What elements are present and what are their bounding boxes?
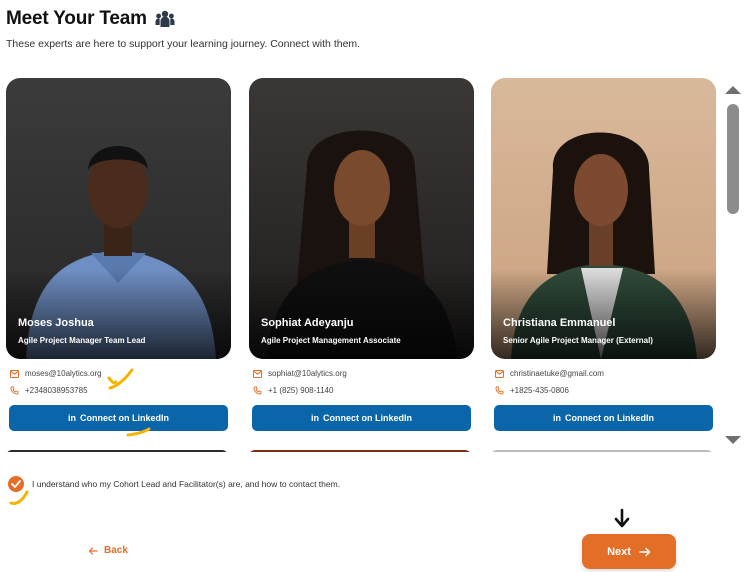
scrollbar-thumb[interactable]: [727, 104, 739, 214]
linkedin-icon: in: [311, 413, 319, 423]
phone-icon: [253, 386, 262, 395]
team-icon: [155, 10, 175, 28]
team-card: Christiana Emmanuel Senior Agile Project…: [491, 78, 716, 431]
email-row: sophiat@10alytics.org: [253, 369, 474, 378]
member-phone[interactable]: +2348038953785: [25, 386, 88, 395]
annotation-scribble: [107, 368, 134, 390]
next-button-label: Next: [607, 545, 631, 558]
connect-linkedin-button[interactable]: in Connect on LinkedIn: [252, 405, 471, 431]
checkmark-icon: [11, 480, 21, 488]
member-photo: Moses Joshua Agile Project Manager Team …: [6, 78, 231, 359]
member-name: Sophiat Adeyanju: [261, 317, 354, 329]
next-card-peek: [491, 450, 713, 452]
member-role: Senior Agile Project Manager (External): [503, 336, 653, 345]
next-button[interactable]: Next: [582, 534, 676, 569]
scroll-down-arrow-icon[interactable]: [725, 436, 741, 444]
member-email[interactable]: sophiat@10alytics.org: [268, 369, 347, 378]
page-subtitle: These experts are here to support your l…: [6, 38, 361, 50]
arrow-right-icon: [639, 547, 651, 556]
annotation-scribble: [9, 490, 29, 505]
phone-row: +1825-435-0806: [495, 386, 716, 395]
linkedin-button-label: Connect on LinkedIn: [323, 413, 412, 423]
back-button-label: Back: [104, 545, 128, 556]
header: Meet Your Team These experts are here to…: [6, 8, 360, 50]
confirmation-label: I understand who my Cohort Lead and Faci…: [32, 479, 341, 489]
member-photo: Sophiat Adeyanju Agile Project Managemen…: [249, 78, 474, 359]
member-name: Christiana Emmanuel: [503, 317, 616, 329]
member-name: Moses Joshua: [18, 317, 94, 329]
cursor-arrow-icon: [614, 508, 630, 528]
team-cards-list: Moses Joshua Agile Project Manager Team …: [6, 78, 716, 452]
back-button[interactable]: Back: [88, 545, 128, 556]
confirmation-row: I understand who my Cohort Lead and Faci…: [8, 476, 340, 492]
linkedin-button-label: Connect on LinkedIn: [565, 413, 654, 423]
member-photo: Christiana Emmanuel Senior Agile Project…: [491, 78, 716, 359]
mail-icon: [10, 369, 19, 378]
connect-linkedin-button[interactable]: in Connect on LinkedIn: [494, 405, 713, 431]
email-row: christinaetuke@gmail.com: [495, 369, 716, 378]
scrollbar[interactable]: [724, 84, 742, 446]
next-card-peek: [6, 450, 228, 452]
member-role: Agile Project Manager Team Lead: [18, 336, 146, 345]
mail-icon: [495, 369, 504, 378]
member-email[interactable]: christinaetuke@gmail.com: [510, 369, 604, 378]
linkedin-icon: in: [68, 413, 76, 423]
member-role: Agile Project Management Associate: [261, 336, 401, 345]
connect-linkedin-button[interactable]: in Connect on LinkedIn: [9, 405, 228, 431]
scroll-up-arrow-icon[interactable]: [725, 86, 741, 94]
phone-icon: [10, 386, 19, 395]
member-phone[interactable]: +1825-435-0806: [510, 386, 569, 395]
mail-icon: [253, 369, 262, 378]
annotation-scribble: [126, 427, 151, 437]
page-title: Meet Your Team: [6, 8, 147, 29]
phone-icon: [495, 386, 504, 395]
linkedin-icon: in: [553, 413, 561, 423]
next-card-peek: [249, 450, 471, 452]
member-email[interactable]: moses@10alytics.org: [25, 369, 102, 378]
arrow-left-icon: [88, 546, 98, 555]
member-phone[interactable]: +1 (825) 908-1140: [268, 386, 333, 395]
phone-row: +1 (825) 908-1140: [253, 386, 474, 395]
linkedin-button-label: Connect on LinkedIn: [80, 413, 169, 423]
team-card: Sophiat Adeyanju Agile Project Managemen…: [249, 78, 474, 431]
